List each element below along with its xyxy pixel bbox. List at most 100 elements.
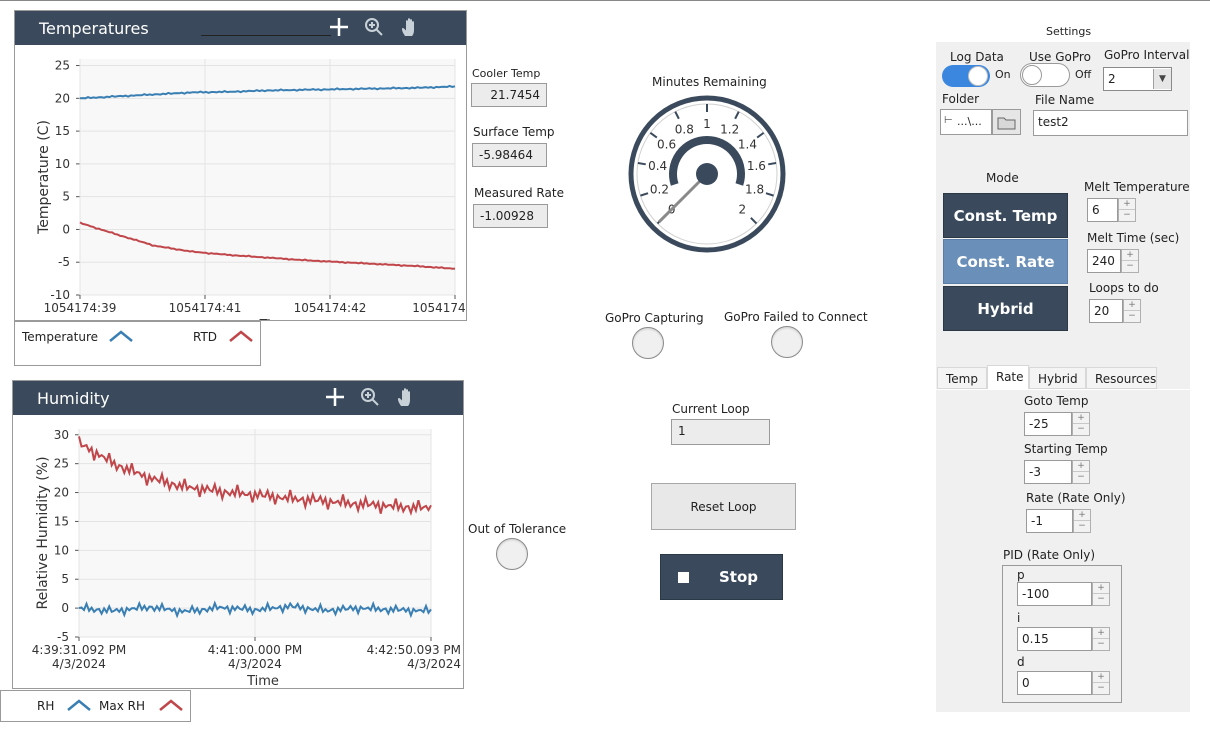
- zoom-icon[interactable]: [359, 386, 381, 408]
- browse-folder-button[interactable]: [992, 109, 1021, 135]
- pid-i-input[interactable]: 0.15: [1017, 627, 1092, 651]
- legend-temperature-line-icon[interactable]: [108, 328, 134, 344]
- pid-i-spinner[interactable]: + −: [1092, 627, 1110, 651]
- rate-spinner[interactable]: + −: [1073, 509, 1091, 533]
- pid-d-label: d: [1017, 655, 1025, 669]
- melt-temperature-input[interactable]: 6: [1087, 198, 1118, 222]
- loops-to-do-spinner[interactable]: + −: [1123, 299, 1141, 323]
- y-tick-label: 15: [55, 124, 70, 138]
- crosshair-icon[interactable]: [324, 386, 346, 408]
- humidity-legend: RH Max RH: [0, 690, 191, 722]
- rate-input[interactable]: -1: [1026, 509, 1073, 533]
- stop-button[interactable]: Stop: [660, 554, 783, 600]
- gauge-tick-label: 0.6: [657, 138, 676, 152]
- gauge-hub: [696, 163, 718, 185]
- use-gopro-toggle-knob: [1022, 65, 1042, 85]
- y-tick-label: 20: [55, 91, 70, 105]
- x-tick-label: 1054174:41: [169, 301, 242, 315]
- y-axis-label: Temperature (C): [36, 120, 52, 235]
- use-gopro-toggle[interactable]: [1020, 63, 1070, 87]
- melt-temperature-label: Melt Temperature: [1084, 180, 1190, 194]
- loops-to-do-input[interactable]: 20: [1089, 299, 1123, 323]
- use-gopro-label: Use GoPro: [1029, 50, 1091, 64]
- y-tick-label: 30: [54, 428, 69, 442]
- current-loop-readout: 1: [671, 419, 770, 445]
- folder-path-value: ...\...: [957, 115, 982, 128]
- starting-temp-input[interactable]: -3: [1024, 460, 1072, 484]
- gauge-tick: [768, 162, 777, 166]
- stop-button-label: Stop: [719, 568, 759, 586]
- pan-hand-icon[interactable]: [395, 386, 417, 408]
- measured-rate-readout: -1.00928: [473, 204, 548, 228]
- tab-rate[interactable]: Rate: [987, 365, 1029, 389]
- y-tick-label: 0: [62, 222, 70, 236]
- y-tick-label: 10: [55, 157, 70, 171]
- out-of-tolerance-led: [496, 538, 528, 570]
- reset-loop-button[interactable]: Reset Loop: [651, 483, 796, 530]
- pan-hand-icon[interactable]: [399, 16, 421, 38]
- starting-temp-spinner[interactable]: + −: [1072, 460, 1090, 484]
- mode-hybrid-button[interactable]: Hybrid: [943, 286, 1068, 331]
- pid-d-spinner[interactable]: + −: [1092, 671, 1110, 695]
- pid-i-label: i: [1017, 611, 1021, 625]
- temperatures-plot[interactable]: -10 -5 0 5 10 15 20 25 1054174:39 1054174:41 10541…: [15, 45, 467, 321]
- cooler-temp-readout: 21.7454: [471, 83, 547, 107]
- y-tick-label: 5: [61, 572, 69, 586]
- y-tick-label: -10: [50, 288, 70, 302]
- cooler-temp-label: Cooler Temp: [472, 67, 541, 80]
- gopro-interval-label: GoPro Interval: [1104, 48, 1190, 62]
- tab-hybrid[interactable]: Hybrid: [1029, 367, 1086, 389]
- x-tick-label: 4/3/2024: [407, 657, 461, 671]
- mode-const-temp-button[interactable]: Const. Temp: [943, 193, 1068, 238]
- goto-temp-spinner[interactable]: + −: [1072, 412, 1090, 436]
- y-tick-label: 0: [61, 601, 69, 615]
- goto-temp-input[interactable]: -25: [1024, 412, 1072, 436]
- mode-const-rate-button[interactable]: Const. Rate: [943, 239, 1068, 284]
- gopro-interval-value: 2: [1108, 72, 1116, 86]
- gopro-failed-label: GoPro Failed to Connect: [724, 310, 868, 324]
- humidity-chart: Humidity -5 0 5 10 15 20 25 30 4:39:31.092 PM 4/3…: [12, 380, 464, 689]
- pid-d-input[interactable]: 0: [1017, 671, 1092, 695]
- gauge-tick-label: 0.2: [650, 182, 669, 196]
- file-name-input[interactable]: test2: [1033, 110, 1188, 136]
- temperatures-chart: Temperatures -10 -5 0 5 10 15 20 25 1054174:39 10…: [14, 10, 467, 321]
- folder-path-field[interactable]: ⊢ ...\...: [940, 109, 992, 135]
- log-data-toggle[interactable]: [942, 65, 990, 87]
- y-axis-label: Relative Humidity (%): [35, 456, 51, 609]
- header-underline: [201, 35, 331, 36]
- pid-p-spinner[interactable]: + −: [1092, 582, 1110, 606]
- zoom-icon[interactable]: [363, 16, 385, 38]
- x-tick-label: 4/3/2024: [52, 657, 106, 671]
- surface-temp-readout: -5.98464: [472, 143, 547, 167]
- temperatures-chart-title: Temperatures: [39, 19, 149, 38]
- tab-resources[interactable]: Resources: [1086, 367, 1157, 389]
- gauge-tick-label: 1.4: [738, 138, 757, 152]
- current-loop-label: Current Loop: [672, 402, 750, 416]
- stop-square-icon: [678, 572, 689, 583]
- gauge-title: Minutes Remaining: [652, 75, 767, 89]
- gopro-interval-select[interactable]: 2 ▼: [1103, 67, 1172, 91]
- crosshair-icon[interactable]: [328, 16, 350, 38]
- legend-rh-line-icon[interactable]: [66, 697, 92, 713]
- gauge-tick-label: 2: [739, 202, 747, 216]
- melt-temperature-spinner[interactable]: + −: [1118, 198, 1136, 222]
- temperatures-chart-header: Temperatures: [15, 11, 466, 45]
- legend-rtd-line-icon[interactable]: [228, 328, 254, 344]
- tab-temp[interactable]: Temp: [937, 367, 987, 389]
- log-data-state: On: [995, 68, 1011, 81]
- legend-max-rh-line-icon[interactable]: [158, 697, 184, 713]
- legend-rtd-label: RTD: [193, 330, 218, 344]
- gauge-tick-label: 1: [703, 117, 711, 131]
- x-axis-label: Time: [246, 674, 279, 689]
- measured-rate-label: Measured Rate: [474, 186, 564, 200]
- melt-time-spinner[interactable]: + −: [1121, 249, 1139, 273]
- folder-label: Folder: [942, 92, 980, 106]
- app-window: Temperatures -10 -5 0 5 10 15 20 25 1054174:39 10…: [0, 0, 1210, 730]
- pid-p-input[interactable]: -100: [1017, 582, 1092, 606]
- humidity-plot[interactable]: -50510152025304:39:31.092 PM4/3/20244:41…: [13, 415, 464, 689]
- x-tick-label: 1054174:42: [294, 301, 367, 315]
- y-tick-label: 15: [54, 514, 69, 528]
- melt-time-input[interactable]: 240: [1087, 249, 1121, 273]
- chevron-down-icon[interactable]: ▼: [1153, 69, 1171, 89]
- log-data-label: Log Data: [950, 50, 1004, 64]
